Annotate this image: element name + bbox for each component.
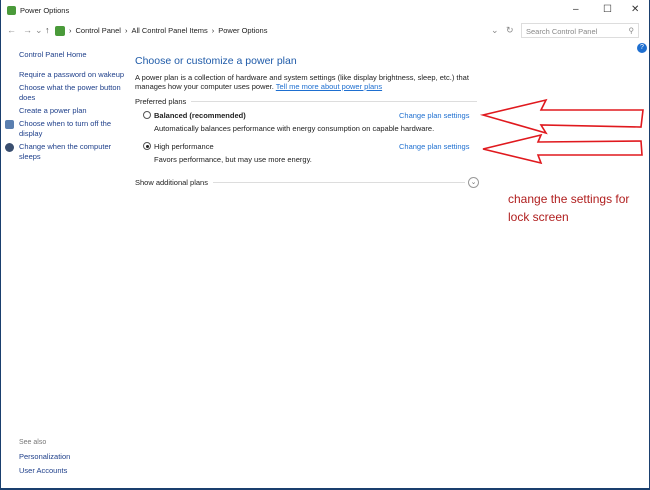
power-options-window: Power Options – ☐ ✕ ← → ⌄ ↑ › Control Pa… [1,0,649,488]
annotation-arrow-1 [479,98,644,135]
annotation-arrows [479,98,644,165]
annotation-text: change the settings for lock screen [508,192,630,224]
annotation-arrow-2 [482,133,643,165]
